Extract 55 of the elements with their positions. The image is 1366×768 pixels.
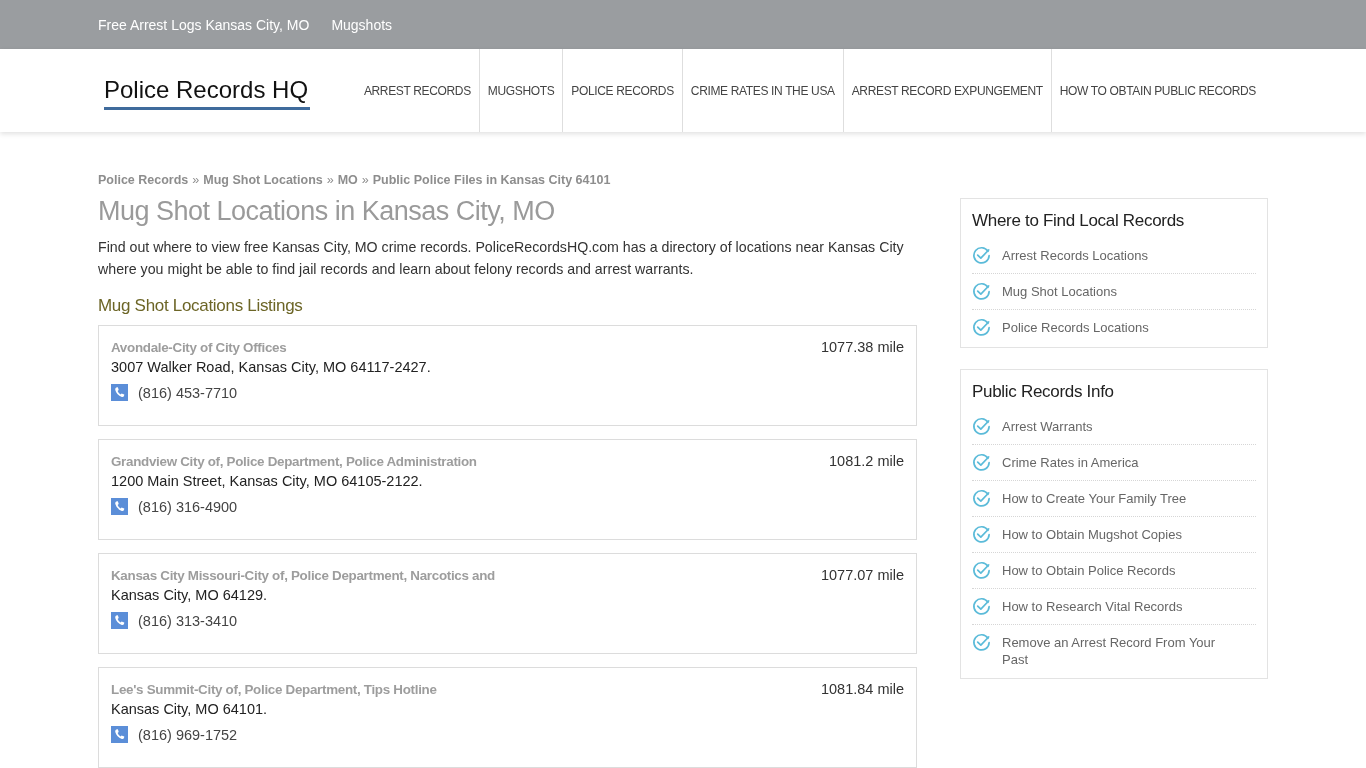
sidebar-link[interactable]: Mug Shot Locations [1002, 283, 1117, 300]
breadcrumb-link[interactable]: Mug Shot Locations [203, 173, 323, 187]
check-circle-icon [972, 417, 991, 436]
listing-phone: (816) 453-7710 [138, 384, 238, 401]
listing-address: Kansas City, MO 64101. [111, 701, 269, 718]
breadcrumb-link[interactable]: Public Police Files in Kansas City 64101 [372, 173, 611, 187]
sidebar-title: Public Records Info [972, 382, 1115, 402]
breadcrumb-separator: » [326, 173, 334, 187]
listing-distance: 1077.38 mile [820, 339, 904, 356]
breadcrumb-link[interactable]: Police Records [98, 173, 189, 187]
phone-icon [111, 726, 128, 744]
sidebar-link[interactable]: How to Obtain Mugshot Copies [1002, 526, 1182, 543]
check-circle-icon [972, 489, 991, 508]
check-circle-icon [972, 246, 991, 265]
breadcrumb-separator: » [361, 173, 369, 187]
check-circle-icon [972, 282, 991, 301]
listing-address: Kansas City, MO 64129. [111, 587, 269, 604]
nav-link[interactable]: MUGSHOTS [478, 49, 563, 132]
check-circle-icon [972, 597, 991, 616]
sidebar-link[interactable]: Remove an Arrest Record From Your Past [1002, 634, 1220, 668]
check-circle-icon [972, 525, 991, 544]
listing-distance: 1081.2 mile [829, 453, 904, 470]
sidebar-link[interactable]: Arrest Warrants [1002, 418, 1093, 435]
intro-paragraph: Find out where to view free Kansas City, MO crime records. PoliceRecordsHQ.com has a directory of locations near Kansas City where you might be able to find jail records and learn about felony records and arrest warrants. [98, 238, 905, 280]
phone-icon [111, 498, 128, 516]
sidebar-link[interactable]: How to Obtain Police Records [1002, 562, 1176, 579]
check-circle-icon [972, 318, 991, 337]
listing-phone: (816) 316-4900 [138, 498, 238, 515]
page-title: Mug Shot Locations in Kansas City, MO [98, 195, 556, 228]
sidebar-link[interactable]: Crime Rates in America [1002, 454, 1139, 471]
listing-distance: 1081.84 mile [820, 681, 904, 698]
sidebar-link[interactable]: How to Create Your Family Tree [1002, 490, 1187, 507]
listing-address: 1200 Main Street, Kansas City, MO 64105-2122. [111, 473, 424, 490]
nav-link[interactable]: POLICE RECORDS [562, 49, 682, 132]
site-logo[interactable]: Police Records HQ [104, 76, 311, 111]
sidebar-title: Where to Find Local Records [972, 211, 1186, 231]
breadcrumb-separator: » [192, 173, 200, 187]
sidebar-link[interactable]: Arrest Records Locations [1002, 247, 1148, 264]
sidebar-link[interactable]: How to Research Vital Records [1002, 598, 1183, 615]
nav-link[interactable]: HOW TO OBTAIN PUBLIC RECORDS [1050, 49, 1264, 132]
listing-phone: (816) 313-3410 [138, 612, 238, 629]
nav-link[interactable]: CRIME RATES IN THE USA [681, 49, 843, 132]
listing-phone: (816) 969-1752 [138, 726, 238, 743]
nav-link[interactable]: ARREST RECORDS [355, 49, 479, 132]
listing-distance: 1077.07 mile [820, 567, 904, 584]
phone-icon [111, 384, 128, 402]
phone-icon [111, 612, 128, 630]
check-circle-icon [972, 633, 991, 652]
nav-link[interactable]: ARREST RECORD EXPUNGEMENT [842, 49, 1051, 132]
listings-heading: Mug Shot Locations Listings [98, 296, 304, 317]
check-circle-icon [972, 453, 991, 472]
check-circle-icon [972, 561, 991, 580]
listing-address: 3007 Walker Road, Kansas City, MO 64117-2427. [111, 359, 432, 376]
breadcrumb-link[interactable]: MO [337, 173, 358, 187]
sidebar-link[interactable]: Police Records Locations [1002, 319, 1149, 336]
